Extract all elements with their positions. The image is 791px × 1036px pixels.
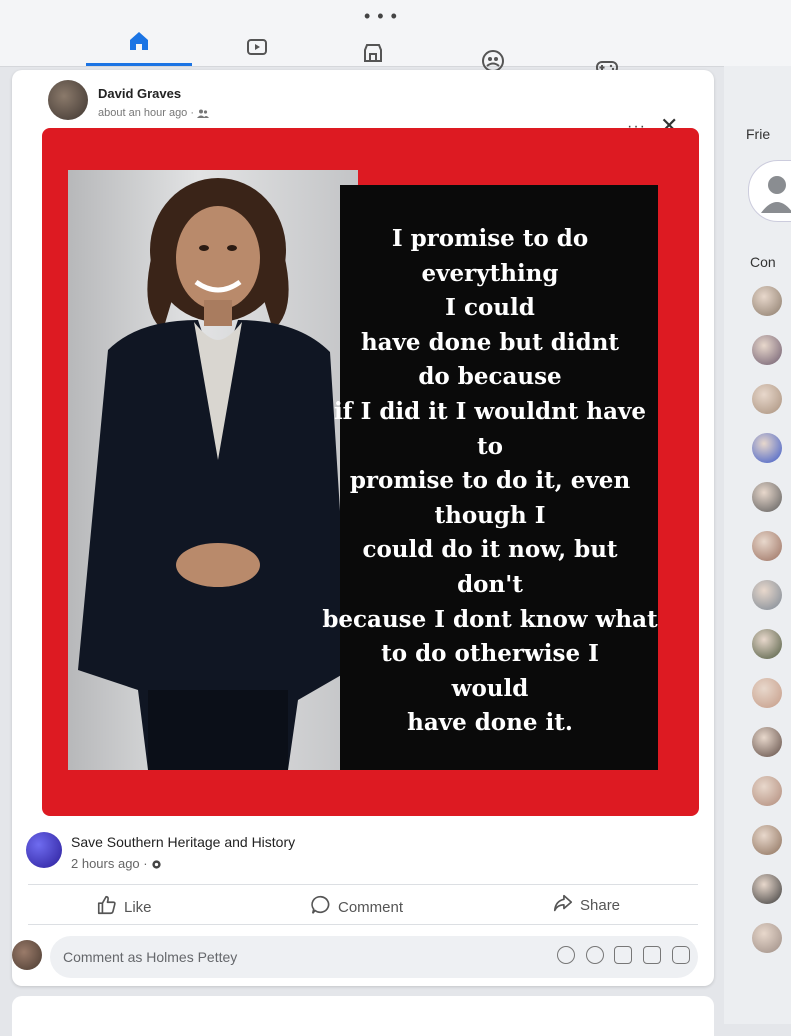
globe-icon: [151, 856, 162, 871]
gif-icon[interactable]: [643, 946, 661, 964]
contact-avatar[interactable]: [752, 825, 782, 855]
home-tab-indicator: [86, 63, 192, 66]
actions-top-divider: [28, 884, 698, 885]
comment-placeholder: Comment as Holmes Pettey: [63, 949, 238, 965]
post-author[interactable]: David Graves: [98, 86, 181, 101]
like-button[interactable]: Like: [96, 894, 152, 920]
thumbs-up-icon: [96, 894, 118, 920]
contact-avatar[interactable]: [752, 335, 782, 365]
source-page-name[interactable]: Save Southern Heritage and History: [71, 834, 295, 850]
author-avatar[interactable]: [48, 80, 88, 120]
contact-avatar[interactable]: [752, 923, 782, 953]
source-time-text: 2 hours ago ·: [71, 856, 148, 871]
post-time-text: about an hour ago ·: [98, 107, 195, 119]
share-icon: [552, 892, 574, 918]
emoji-icon[interactable]: [586, 946, 604, 964]
camera-icon[interactable]: [614, 946, 632, 964]
marketplace-icon[interactable]: [360, 40, 386, 66]
contacts-heading: Con: [750, 254, 776, 270]
home-icon[interactable]: [126, 28, 152, 54]
contact-avatar[interactable]: [752, 384, 782, 414]
contact-avatar[interactable]: [752, 580, 782, 610]
contact-avatar[interactable]: [752, 531, 782, 561]
contact-avatar[interactable]: [752, 482, 782, 512]
actions-bottom-divider: [28, 924, 698, 925]
comment-button[interactable]: Comment: [310, 894, 403, 920]
friend-requests-heading: Frie: [746, 126, 771, 142]
avatar-sticker-icon[interactable]: [557, 946, 575, 964]
commenter-avatar[interactable]: [12, 940, 42, 970]
share-label: Share: [580, 896, 621, 914]
sticker-icon[interactable]: [672, 946, 690, 964]
comment-icon: [310, 894, 332, 920]
quote-text: I promise to do everything I could have …: [322, 225, 658, 737]
contact-avatar[interactable]: [752, 678, 782, 708]
contact-avatar[interactable]: [752, 874, 782, 904]
share-button[interactable]: Share: [552, 892, 620, 918]
comment-label: Comment: [338, 898, 404, 916]
next-post-card: [12, 996, 714, 1036]
page-avatar[interactable]: [26, 832, 62, 868]
contact-avatar[interactable]: [752, 433, 782, 463]
friends-icon: [197, 107, 210, 119]
contact-avatar[interactable]: [752, 776, 782, 806]
like-label: Like: [124, 898, 152, 916]
friend-request-avatar[interactable]: [748, 160, 791, 222]
video-icon[interactable]: [244, 34, 270, 60]
contact-avatar[interactable]: [752, 286, 782, 316]
contact-avatar[interactable]: [752, 629, 782, 659]
source-timestamp[interactable]: 2 hours ago ·: [71, 856, 162, 871]
window-more-icon[interactable]: • • •: [364, 6, 398, 27]
contact-avatar[interactable]: [752, 727, 782, 757]
post-timestamp[interactable]: about an hour ago ·: [98, 107, 210, 119]
